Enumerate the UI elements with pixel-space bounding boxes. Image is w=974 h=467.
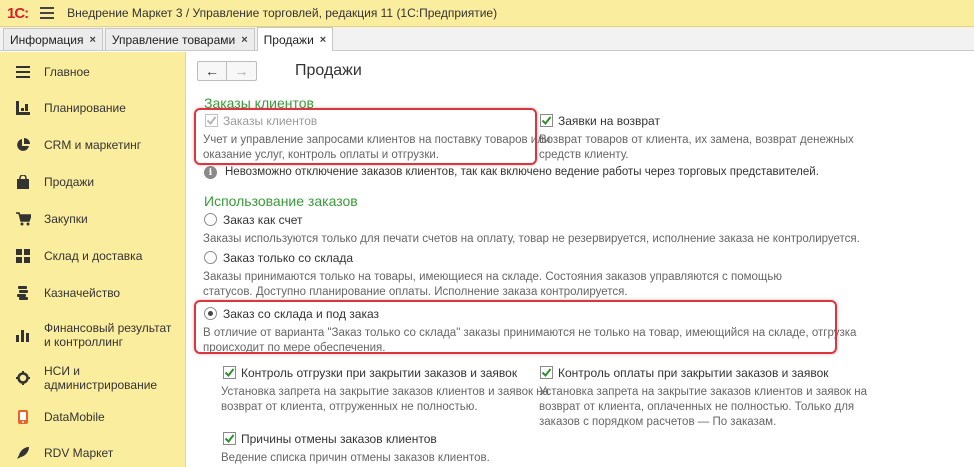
description-line: возврат от клиента, отгруженных не полно… — [221, 401, 478, 413]
sidebar-item-label: Казначейство — [44, 286, 121, 300]
tab-label: Информация — [10, 32, 84, 47]
coins-stack-icon — [15, 285, 31, 301]
order-from-stock-radio[interactable] — [204, 251, 217, 264]
description-line: Установка запрета на закрытие заказов кл… — [539, 386, 867, 398]
close-icon[interactable]: × — [89, 34, 95, 46]
sidebar-item-label: Продажи — [44, 175, 95, 189]
payment-control-label: Контроль оплаты при закрытии заказов и з… — [558, 366, 829, 380]
window-title: Внедрение Маркет 3 / Управление торговле… — [67, 6, 498, 20]
1c-logo: 1С: — [7, 4, 29, 22]
rocket-icon — [15, 445, 31, 461]
sidebar-item-main[interactable]: Главное — [0, 63, 186, 81]
sidebar-item-rdv-market[interactable]: RDV Маркет — [0, 444, 186, 462]
sidebar-item-purchases[interactable]: Закупки — [0, 210, 186, 228]
description-line: Учет и управление запросами клиентов на … — [203, 134, 551, 146]
description-line: Заказы принимаются только на товары, име… — [203, 271, 782, 283]
checkmark-icon — [206, 116, 217, 126]
close-icon[interactable]: × — [241, 34, 247, 46]
tab-label: Продажи — [263, 32, 314, 47]
description-line: В отличие от варианта "Заказ только со с… — [203, 327, 857, 339]
client-orders-checkbox[interactable] — [205, 114, 218, 127]
section-title-client-orders: Заказы клиентов — [204, 95, 314, 111]
cancel-reasons-checkbox[interactable] — [223, 432, 236, 445]
info-message: Невозможно отключение заказов клиентов, … — [225, 166, 819, 178]
order-from-stock-and-to-order-radio[interactable] — [204, 307, 217, 320]
sidebar-item-label: RDV Маркет — [44, 446, 114, 460]
checkmark-icon — [541, 368, 552, 378]
order-as-invoice-label: Заказ как счет — [223, 213, 303, 227]
shipment-control-checkbox[interactable] — [223, 366, 236, 379]
order-from-stock-and-to-order-label: Заказ со склада и под заказ — [223, 307, 380, 321]
tab-goods-management[interactable]: Управление товарами × — [104, 28, 255, 50]
description-line: средств клиенту. — [539, 149, 629, 161]
return-requests-checkbox[interactable] — [540, 114, 553, 127]
sidebar-item-financial-result[interactable]: Финансовый результат и контроллинг — [0, 320, 186, 350]
sidebar-item-warehouse[interactable]: Склад и доставка — [0, 247, 186, 265]
cancel-reasons-description: Ведение списка причин отмены заказов кли… — [221, 452, 490, 464]
return-requests-description: Возврат товаров от клиента, их замена, в… — [539, 133, 854, 163]
order-as-invoice-description: Заказы используются только для печати сч… — [203, 233, 860, 245]
tab-information[interactable]: Информация × — [3, 28, 103, 50]
description-line: заказов с порядком расчетов — По заказам… — [539, 416, 777, 428]
order-from-stock-and-to-order-description: В отличие от варианта "Заказ только со с… — [203, 326, 856, 356]
description-line: Установка запрета на закрытие заказов кл… — [221, 386, 549, 398]
checkmark-icon — [224, 434, 235, 444]
cart-icon — [15, 211, 31, 227]
sidebar-item-treasury[interactable]: Казначейство — [0, 284, 186, 302]
sidebar-item-label: НСИ и администрирование — [44, 364, 158, 392]
description-line: оказание услуг, контроль оплаты и отгруз… — [203, 149, 439, 161]
sidebar-item-crm[interactable]: CRM и маркетинг — [0, 136, 186, 154]
description-line: Возврат товаров от клиента, их замена, в… — [539, 134, 854, 146]
planning-icon — [15, 100, 31, 116]
forward-button[interactable]: → — [227, 62, 256, 80]
page-title: Продажи — [295, 62, 362, 79]
history-nav: ← → — [197, 61, 257, 81]
sidebar-item-admin[interactable]: НСИ и администрирование — [0, 363, 186, 393]
close-icon[interactable]: × — [320, 34, 326, 46]
sidebar-item-label: Главное — [44, 65, 90, 79]
warehouse-grid-icon — [15, 248, 31, 264]
checkmark-icon — [541, 116, 552, 126]
sidebar-item-label: CRM и маркетинг — [44, 138, 142, 152]
description-line: происходит по мере обеспечения. — [203, 342, 386, 354]
description-line: возврат от клиента, оплаченных не полнос… — [539, 401, 855, 413]
sidebar-item-label: DataMobile — [44, 410, 105, 424]
client-orders-label: Заказы клиентов — [223, 114, 318, 128]
sidebar-item-label: Финансовый результат и контроллинг — [44, 321, 172, 349]
shopping-bag-icon — [15, 174, 31, 190]
title-bar: 1С: Внедрение Маркет 3 / Управление торг… — [0, 0, 974, 27]
payment-control-checkbox[interactable] — [540, 366, 553, 379]
info-icon: i — [204, 166, 217, 179]
tabs-bar: Информация × Управление товарами × Прода… — [0, 27, 974, 51]
back-button[interactable]: ← — [198, 62, 228, 80]
return-requests-label: Заявки на возврат — [558, 114, 660, 128]
payment-control-description: Установка запрета на закрытие заказов кл… — [539, 385, 867, 430]
tab-label: Управление товарами — [111, 32, 236, 47]
main-menu-icon[interactable] — [40, 7, 55, 19]
order-as-invoice-radio[interactable] — [204, 213, 217, 226]
menu-lines-icon — [15, 64, 31, 80]
client-orders-description: Учет и управление запросами клиентов на … — [203, 133, 550, 163]
gear-icon — [15, 370, 31, 386]
order-from-stock-label: Заказ только со склада — [223, 251, 354, 265]
order-from-stock-description: Заказы принимаются только на товары, име… — [203, 270, 782, 300]
sidebar-item-label: Склад и доставка — [44, 249, 143, 263]
checkmark-icon — [224, 368, 235, 378]
pie-chart-icon — [15, 137, 31, 153]
sales-settings-form: ← → Продажи Заказы клиентов Заказы клиен… — [187, 52, 974, 467]
description-line: статусов. Доступно планирование оплаты. … — [203, 286, 628, 298]
cancel-reasons-label: Причины отмены заказов клиентов — [241, 432, 437, 446]
section-title-order-usage: Использование заказов — [204, 193, 358, 209]
sections-sidebar: Главное Планирование CRM и маркетинг Про… — [0, 52, 186, 467]
sidebar-item-datamobile[interactable]: DataMobile — [0, 408, 186, 426]
sidebar-item-sales[interactable]: Продажи — [0, 173, 186, 191]
shipment-control-label: Контроль отгрузки при закрытии заказов и… — [241, 366, 518, 380]
sidebar-item-label: Планирование — [44, 101, 126, 115]
sidebar-item-label: Закупки — [44, 212, 88, 226]
shipment-control-description: Установка запрета на закрытие заказов кл… — [221, 385, 549, 415]
sidebar-item-planning[interactable]: Планирование — [0, 99, 186, 117]
bar-chart-icon — [15, 327, 31, 343]
tab-sales[interactable]: Продажи × — [256, 27, 334, 51]
datamobile-icon — [15, 409, 31, 425]
